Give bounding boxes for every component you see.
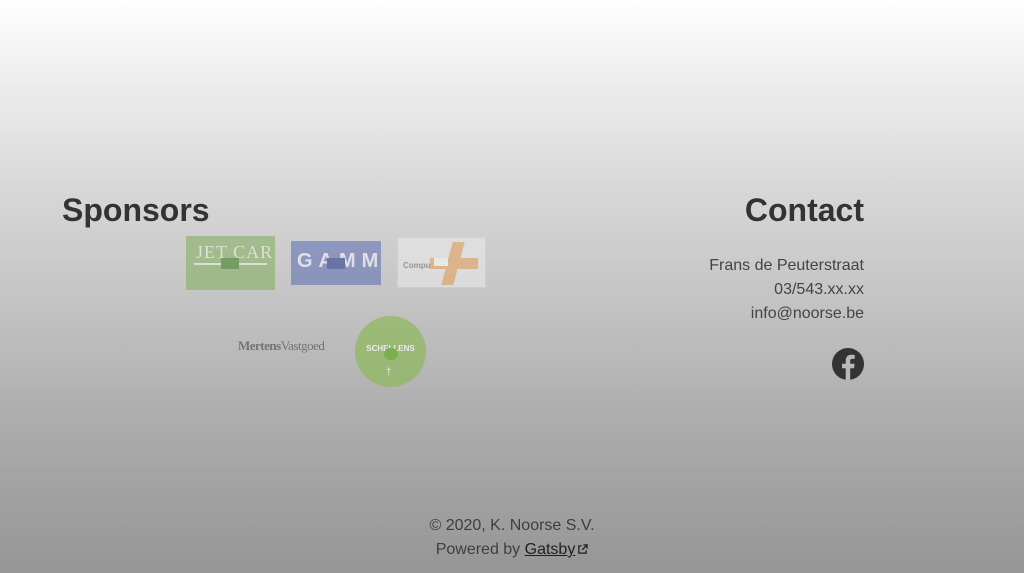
footer: © 2020, K. Noorse S.V. Powered by Gatsby [0, 514, 1024, 562]
compubank-logo-text: Compu [403, 261, 431, 270]
gatsby-link[interactable]: Gatsby [525, 541, 589, 558]
sponsors-heading: Sponsors [62, 192, 210, 228]
contact-address: Frans de Peuterstraat [709, 257, 864, 274]
external-link-icon [578, 544, 589, 554]
sponsor-logo-jetcar[interactable]: JET CAR [186, 236, 275, 290]
contact-email: info@noorse.be [750, 305, 864, 322]
copyright-text: © 2020, K. Noorse S.V. [429, 517, 595, 534]
powered-by: Powered by Gatsby [0, 538, 1024, 562]
sponsor-logo-compubank[interactable]: Compu [397, 237, 486, 288]
contact-details: Frans de Peuterstraat 03/543.xx.xx info@… [709, 254, 864, 326]
sponsor-logo-gamma[interactable]: GAMMA [291, 241, 381, 285]
cutlery-icon: † [386, 367, 392, 378]
contact-phone: 03/543.xx.xx [774, 281, 864, 298]
facebook-icon [832, 348, 864, 380]
sponsor-logo-mertens-vastgoed[interactable]: MertensVastgoed [238, 336, 330, 362]
facebook-link[interactable] [832, 348, 864, 380]
sponsor-logo-schellens[interactable]: SCHELLENS † [355, 316, 426, 387]
contact-heading: Contact [744, 192, 864, 228]
